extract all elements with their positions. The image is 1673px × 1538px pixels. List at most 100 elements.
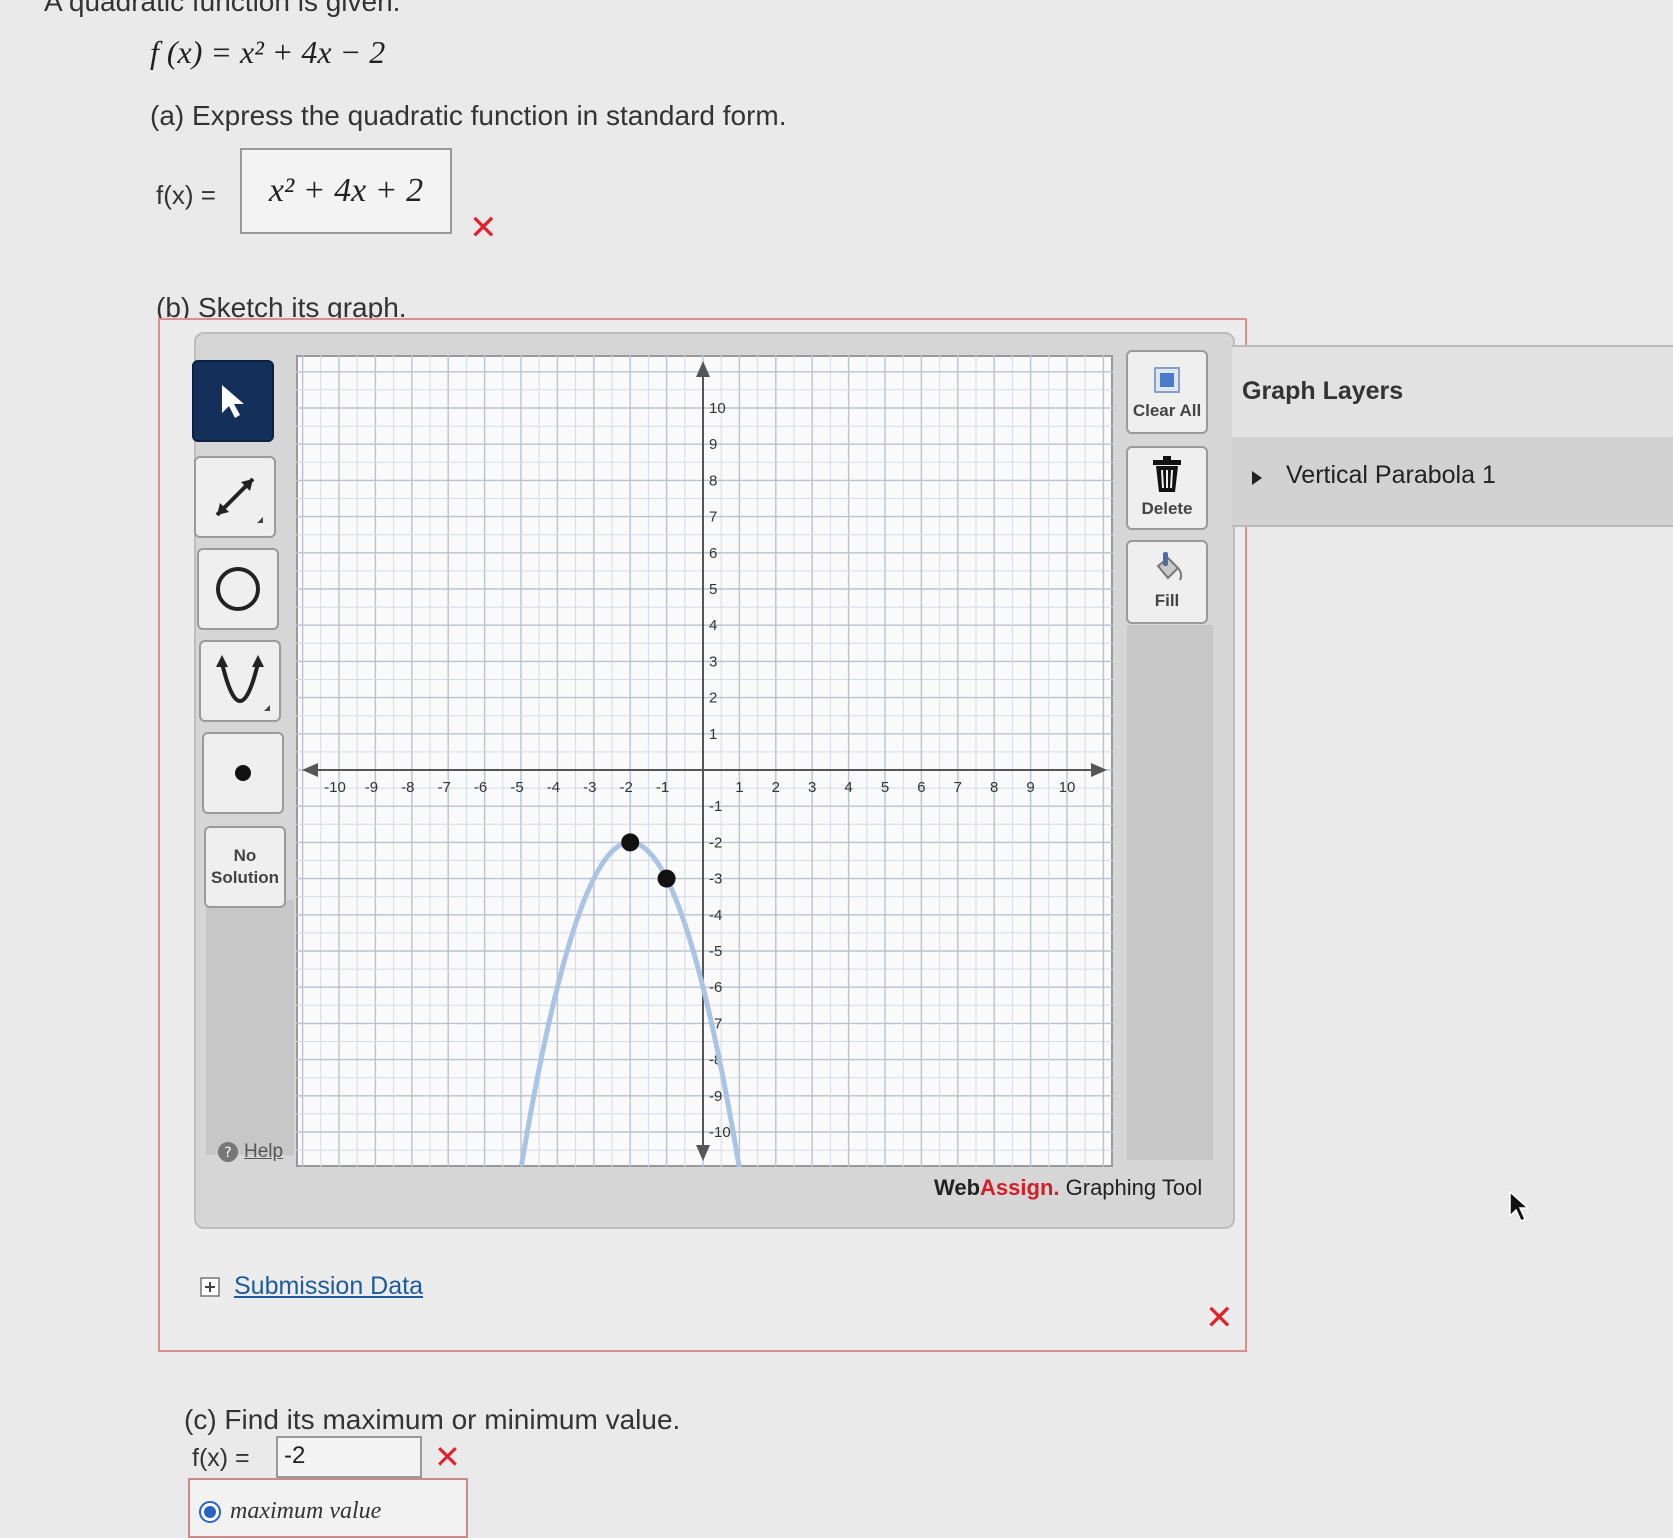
function-lhs: f (x) =: [150, 34, 240, 70]
y-tick-label: -1: [709, 798, 722, 815]
brand-web: Web: [934, 1175, 981, 1200]
part-c-answer: -2: [284, 1442, 306, 1469]
y-tick-label: -4: [709, 907, 722, 924]
y-tick-label: 6: [709, 545, 717, 562]
incorrect-x-icon: ✕: [1205, 1298, 1234, 1338]
toolbar-column: [206, 900, 294, 1155]
fill-label: Fill: [1154, 591, 1180, 610]
y-tick-label: 2: [709, 690, 717, 707]
y-tick-label: -5: [709, 943, 722, 960]
function-definition: f (x) = x² + 4x − 2: [150, 34, 385, 71]
part-c-prompt: (c) Find its maximum or minimum value.: [184, 1404, 681, 1435]
x-tick-label: 9: [1026, 779, 1034, 796]
x-tick-label: 5: [881, 779, 889, 796]
part-a-prompt: (a) Express the quadratic function in st…: [150, 100, 787, 131]
extremum-options-box: maximum value: [188, 1478, 468, 1538]
parabola-icon: [216, 655, 270, 711]
intro-text: A quadratic function is given.: [44, 0, 401, 17]
graph-layers-title: Graph Layers: [1242, 377, 1404, 405]
line-icon: [215, 477, 263, 523]
y-axis-arrow-up: [696, 361, 710, 377]
svg-text:?: ?: [224, 1145, 231, 1161]
x-tick-label: -9: [365, 779, 378, 796]
expand-triangle-icon[interactable]: [1250, 469, 1264, 487]
x-tick-label: 2: [772, 779, 780, 796]
x-tick-label: 4: [844, 779, 852, 796]
mouse-cursor-icon: [1509, 1190, 1530, 1223]
no-solution-label-1: No: [233, 846, 257, 865]
y-tick-label: 3: [709, 653, 717, 670]
maximum-value-label: maximum value: [230, 1498, 382, 1524]
x-tick-label: -8: [401, 779, 414, 796]
point-icon: [235, 765, 251, 781]
x-tick-label: 7: [954, 779, 962, 796]
second-point: [657, 869, 676, 888]
clear-all-label: Clear All: [1132, 401, 1202, 420]
expand-plus-icon: [200, 1276, 220, 1297]
graph-canvas[interactable]: -10 -9 -8 -7 -6 -5 -4 -3 -2 -1 1 2 3 4 5 6 7 8 9 10-10-9-8-…: [296, 355, 1113, 1167]
x-axis-arrow-right: [1091, 763, 1107, 777]
graph-layers-header: Graph Layers: [1232, 345, 1673, 441]
part-a-answer: x² + 4x + 2: [268, 172, 424, 209]
x-tick-label: -7: [438, 779, 451, 796]
clear-all-button[interactable]: Clear All: [1126, 350, 1208, 434]
x-tick-label: -1: [656, 779, 669, 796]
y-tick-label: 9: [709, 436, 717, 453]
y-tick-label: -9: [709, 1088, 722, 1105]
brand-rest: Graphing Tool: [1059, 1175, 1203, 1200]
circle-icon: [216, 567, 260, 611]
select-tool-button[interactable]: [192, 360, 274, 442]
y-tick-label: -2: [709, 834, 722, 851]
line-tool-button[interactable]: [194, 456, 276, 538]
help-label: Help: [244, 1141, 284, 1162]
parabola-tool-button[interactable]: [199, 640, 281, 722]
no-solution-button[interactable]: No Solution: [204, 826, 286, 908]
y-axis-arrow-down: [696, 1145, 710, 1161]
layer-item-label: Vertical Parabola 1: [1286, 461, 1496, 489]
help-link[interactable]: ? Help: [216, 1140, 283, 1164]
y-tick-label: 7: [709, 509, 717, 526]
y-tick-label: 5: [709, 581, 717, 598]
vertex-point: [621, 833, 640, 852]
clear-all-icon: [1154, 367, 1180, 393]
point-tool-button[interactable]: [202, 732, 284, 814]
x-tick-label: -3: [583, 779, 596, 796]
select-arrow-icon: [222, 385, 244, 418]
y-tick-label: 4: [709, 617, 717, 634]
delete-button[interactable]: Delete: [1126, 446, 1208, 530]
trash-icon: [1153, 456, 1181, 492]
y-tick-label: 8: [709, 472, 717, 489]
x-tick-label: -4: [547, 779, 560, 796]
x-tick-label: -2: [620, 779, 633, 796]
y-tick-label: 1: [709, 726, 717, 743]
delete-label: Delete: [1141, 499, 1193, 518]
y-tick-label: -6: [709, 979, 722, 996]
brand-assign: Assign.: [980, 1175, 1060, 1200]
x-axis-arrow-left: [302, 763, 318, 777]
no-solution-label-2: Solution: [211, 868, 279, 887]
x-tick-label: 8: [990, 779, 998, 796]
right-column: [1127, 625, 1213, 1160]
circle-tool-button[interactable]: [197, 548, 279, 630]
fill-button[interactable]: Fill: [1126, 540, 1208, 624]
submission-data-toggle[interactable]: Submission Data: [200, 1272, 423, 1301]
incorrect-x-icon: ✕: [469, 208, 498, 248]
submission-data-label: Submission Data: [234, 1272, 423, 1300]
help-icon: ?: [218, 1142, 238, 1162]
part-c-lhs: f(x) =: [192, 1444, 250, 1472]
x-tick-label: 3: [808, 779, 816, 796]
x-tick-label: -6: [474, 779, 487, 796]
part-c-answer-field[interactable]: -2: [276, 1436, 422, 1478]
y-tick-label: -10: [709, 1124, 731, 1141]
y-tick-label: -3: [709, 871, 722, 888]
x-tick-label: -10: [324, 779, 346, 796]
part-a-lhs: f(x) =: [156, 180, 216, 210]
part-a-answer-field[interactable]: x² + 4x + 2: [240, 148, 452, 234]
x-tick-label: 10: [1059, 779, 1076, 796]
x-tick-label: 6: [917, 779, 925, 796]
function-expression: x² + 4x − 2: [240, 34, 386, 70]
x-tick-label: -5: [510, 779, 523, 796]
fill-bucket-icon: [1156, 552, 1183, 581]
maximum-value-option[interactable]: maximum value: [198, 1498, 381, 1525]
layer-item-vertical-parabola[interactable]: Vertical Parabola 1: [1232, 437, 1673, 527]
